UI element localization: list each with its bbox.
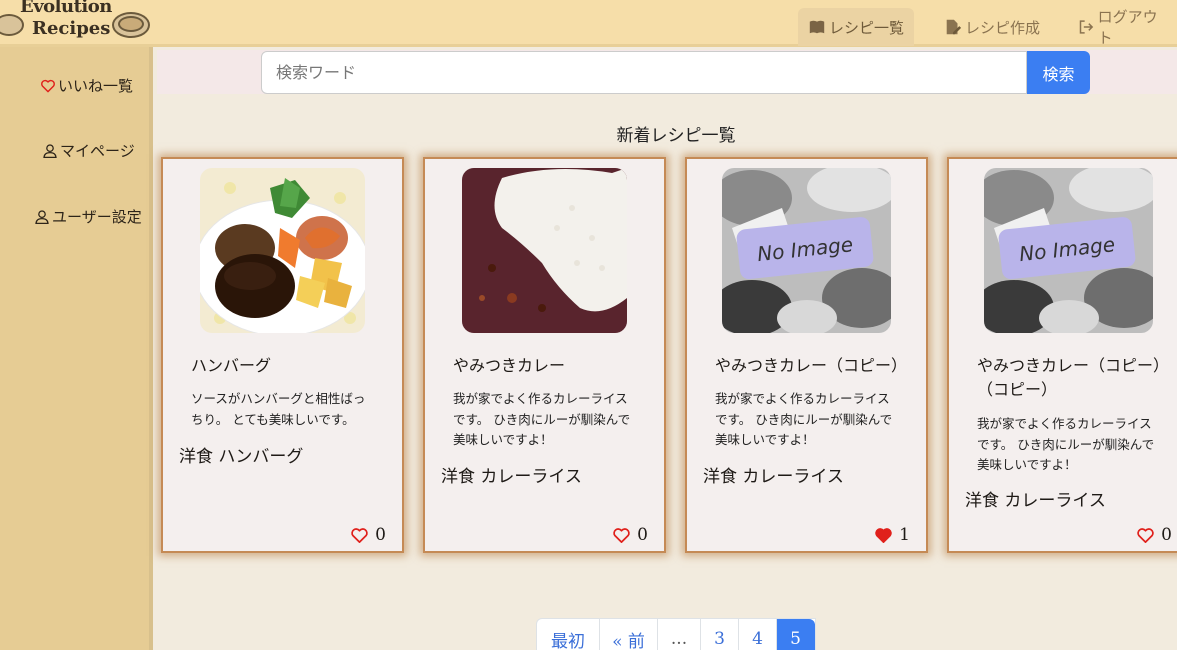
recipe-image[interactable] bbox=[200, 168, 365, 333]
recipe-image[interactable] bbox=[462, 168, 627, 333]
page-3[interactable]: 3 bbox=[701, 619, 739, 650]
heart-icon bbox=[613, 527, 630, 543]
hamburger-steak-photo bbox=[200, 168, 365, 333]
page-prev[interactable]: « 前 bbox=[600, 619, 658, 650]
recipe-image[interactable]: No Image bbox=[984, 168, 1153, 333]
nav-logout-label: ログアウト bbox=[1097, 8, 1158, 47]
logo-subtitle: Recipes bbox=[32, 18, 111, 39]
like-count: 0 bbox=[637, 525, 648, 545]
page-ellipsis: ... bbox=[658, 619, 701, 650]
nav-create-recipe-label: レシピ作成 bbox=[965, 18, 1041, 37]
pan-illustration bbox=[0, 14, 24, 36]
heart-icon bbox=[41, 79, 55, 92]
recipe-title[interactable]: やみつきカレー（コピー）（コピー） bbox=[977, 354, 1177, 402]
app-header: Evolution Recipes レシピ一覧 レシピ作成 ログアウト bbox=[0, 0, 1177, 47]
pagination: 最初 « 前 ... 3 4 5 bbox=[536, 618, 816, 650]
nav-recipe-list-label: レシピ一覧 bbox=[829, 18, 905, 37]
recipe-description: 我が家でよく作るカレーライスです。 ひき肉にルーが馴染んで美味しいですよ！ bbox=[453, 391, 631, 447]
heart-icon bbox=[1137, 527, 1154, 543]
user-icon bbox=[35, 209, 49, 224]
nav-recipe-list[interactable]: レシピ一覧 bbox=[798, 8, 915, 46]
heart-icon bbox=[351, 527, 368, 543]
recipe-image[interactable]: No Image bbox=[722, 168, 891, 333]
sidebar-item-mypage[interactable]: マイページ bbox=[42, 140, 135, 161]
logo-title: Evolution bbox=[20, 0, 112, 17]
recipe-title[interactable]: やみつきカレー bbox=[453, 354, 663, 378]
like-button[interactable]: 1 bbox=[874, 525, 910, 545]
recipe-card[interactable]: No Image やみつきカレー（コピー）（コピー） 我が家でよく作るカレーライ… bbox=[947, 157, 1177, 553]
edit-document-icon bbox=[946, 19, 962, 35]
page-4[interactable]: 4 bbox=[739, 619, 777, 650]
like-button[interactable]: 0 bbox=[350, 525, 386, 545]
sidebar: いいね一覧 マイページ ユーザー設定 bbox=[0, 47, 153, 650]
page-first[interactable]: 最初 bbox=[537, 619, 600, 650]
page-5-current[interactable]: 5 bbox=[777, 619, 815, 650]
search-input[interactable] bbox=[261, 51, 1027, 94]
recipe-description: 我が家でよく作るカレーライスです。 ひき肉にルーが馴染んで美味しいですよ！ bbox=[715, 391, 893, 447]
recipe-card[interactable]: No Image やみつきカレー（コピー） 我が家でよく作るカレーライスです。 … bbox=[685, 157, 928, 553]
recipe-categories: 洋食 カレーライス bbox=[965, 491, 1106, 511]
no-image-placeholder: No Image bbox=[984, 168, 1153, 333]
nav-create-recipe[interactable]: レシピ作成 bbox=[934, 8, 1050, 46]
nav-logout[interactable]: ログアウト bbox=[1068, 8, 1177, 47]
like-count: 1 bbox=[899, 525, 910, 545]
sidebar-item-label: マイページ bbox=[60, 142, 135, 160]
recipe-title[interactable]: やみつきカレー（コピー） bbox=[715, 354, 925, 378]
sidebar-item-label: いいね一覧 bbox=[58, 77, 134, 95]
user-icon bbox=[43, 143, 57, 158]
section-title: 新着レシピ一覧 bbox=[616, 126, 736, 146]
no-image-placeholder: No Image bbox=[722, 168, 891, 333]
recipe-title[interactable]: ハンバーグ bbox=[191, 354, 401, 378]
like-count: 0 bbox=[1161, 525, 1172, 545]
like-button[interactable]: 0 bbox=[612, 525, 648, 545]
heart-filled-icon bbox=[875, 527, 892, 543]
search-button[interactable]: 検索 bbox=[1027, 51, 1090, 94]
recipe-categories: 洋食 カレーライス bbox=[703, 467, 844, 487]
recipe-card[interactable]: ハンバーグ ソースがハンバーグと相性ばっちり。 とても美味しいです。 洋食 ハン… bbox=[161, 157, 404, 553]
pan-illustration bbox=[118, 16, 144, 32]
app-logo[interactable]: Evolution Recipes bbox=[0, 0, 152, 44]
recipe-description: 我が家でよく作るカレーライスです。 ひき肉にルーが馴染んで美味しいですよ！ bbox=[977, 416, 1155, 472]
recipe-categories: 洋食 カレーライス bbox=[441, 467, 582, 487]
sidebar-item-likes[interactable]: いいね一覧 bbox=[40, 75, 133, 96]
recipe-description: ソースがハンバーグと相性ばっちり。 とても美味しいです。 bbox=[191, 391, 366, 427]
recipe-categories: 洋食 ハンバーグ bbox=[179, 447, 304, 467]
curry-rice-photo bbox=[462, 168, 627, 333]
sidebar-item-user-settings[interactable]: ユーザー設定 bbox=[34, 206, 142, 227]
logout-icon bbox=[1079, 20, 1094, 34]
like-button[interactable]: 0 bbox=[1136, 525, 1172, 545]
book-icon bbox=[809, 20, 825, 34]
recipe-card[interactable]: やみつきカレー 我が家でよく作るカレーライスです。 ひき肉にルーが馴染んで美味し… bbox=[423, 157, 666, 553]
sidebar-item-label: ユーザー設定 bbox=[52, 208, 142, 226]
like-count: 0 bbox=[375, 525, 386, 545]
